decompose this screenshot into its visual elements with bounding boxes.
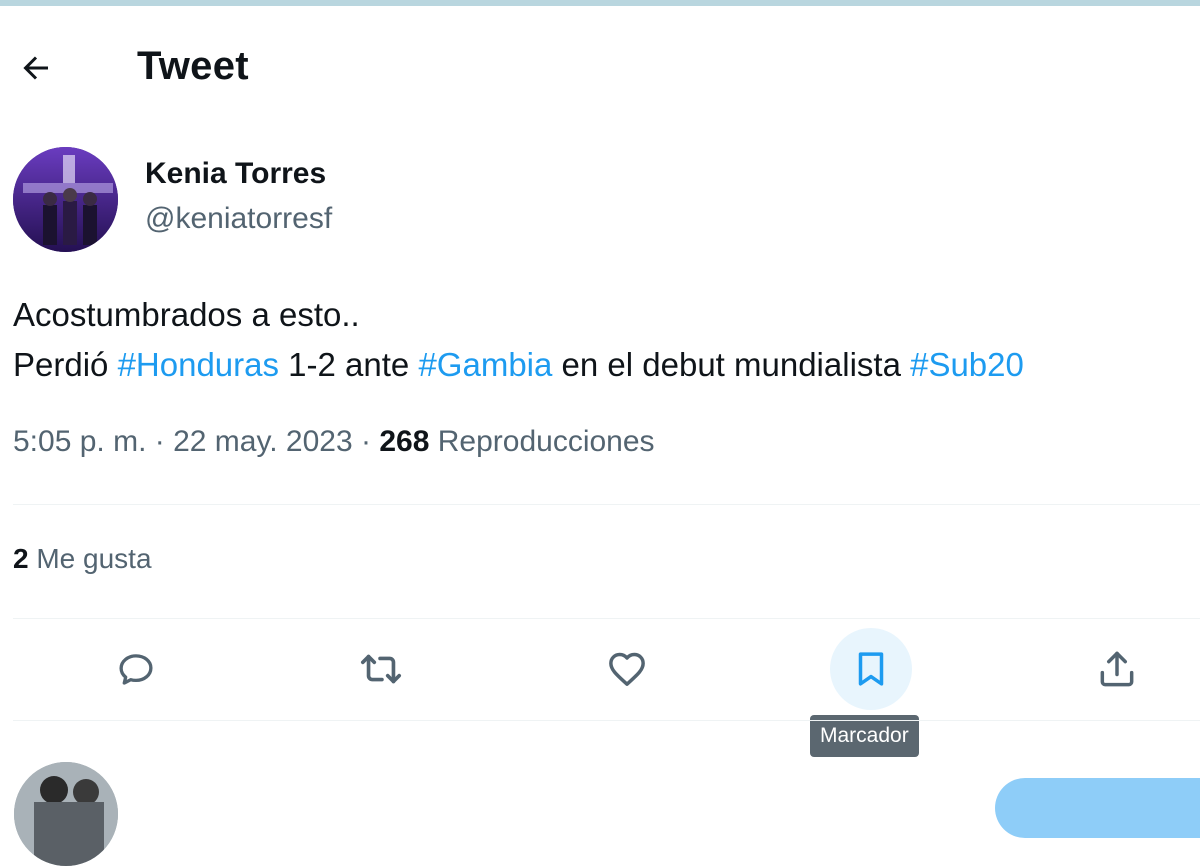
views-count: 268 bbox=[379, 425, 430, 458]
meta-separator: · bbox=[154, 425, 165, 458]
meta-separator: · bbox=[361, 425, 371, 458]
divider bbox=[13, 504, 1200, 505]
reply-button[interactable] bbox=[95, 628, 177, 710]
share-icon bbox=[1100, 651, 1134, 687]
tweet-meta: 5:05 p. m. · 22 may. 2023 · 268 Reproduc… bbox=[13, 425, 655, 459]
reply-submit-button[interactable] bbox=[995, 778, 1200, 838]
share-button[interactable] bbox=[1076, 628, 1158, 710]
tweet-date[interactable]: 22 may. 2023 bbox=[173, 425, 353, 458]
likes-label: Me gusta bbox=[36, 543, 152, 574]
tweet-text-line: Acostumbrados a esto.. bbox=[13, 296, 360, 333]
likes-count: 2 bbox=[13, 543, 29, 574]
bookmark-icon bbox=[858, 652, 884, 686]
tweet-text-segment: Perdió bbox=[13, 346, 118, 383]
like-icon bbox=[609, 652, 645, 686]
tweet-text-line: Perdió #Honduras 1-2 ante #Gambia en el … bbox=[13, 340, 1024, 390]
hashtag-link[interactable]: #Sub20 bbox=[910, 346, 1024, 383]
reply-icon bbox=[119, 654, 153, 685]
views-label: Reproducciones bbox=[437, 425, 655, 458]
tweet-time[interactable]: 5:05 p. m. bbox=[13, 425, 146, 458]
like-button[interactable] bbox=[586, 628, 668, 710]
avatar-image bbox=[13, 147, 118, 252]
tweet-text-segment: en el debut mundialista bbox=[552, 346, 911, 383]
user-avatar[interactable] bbox=[14, 762, 118, 866]
author-name[interactable]: Kenia Torres bbox=[145, 157, 326, 191]
avatar-image bbox=[14, 762, 118, 866]
retweet-icon bbox=[360, 654, 402, 684]
arrow-left-icon bbox=[23, 56, 48, 80]
tweet-text-segment: 1-2 ante bbox=[279, 346, 419, 383]
divider bbox=[13, 618, 1200, 619]
back-button[interactable] bbox=[14, 46, 58, 90]
bookmark-tooltip: Marcador bbox=[810, 715, 919, 757]
page-title: Tweet bbox=[137, 44, 249, 88]
hashtag-link[interactable]: #Honduras bbox=[118, 346, 279, 383]
likes-summary[interactable]: 2 Me gusta bbox=[13, 543, 152, 575]
page-header: Tweet bbox=[0, 6, 1200, 112]
tweet-text: Acostumbrados a esto.. Perdió #Honduras … bbox=[13, 290, 1024, 390]
hashtag-link[interactable]: #Gambia bbox=[418, 346, 552, 383]
bookmark-button[interactable] bbox=[830, 628, 912, 710]
author-avatar[interactable] bbox=[13, 147, 118, 252]
divider bbox=[13, 720, 1200, 721]
author-handle[interactable]: @keniatorresf bbox=[145, 202, 332, 236]
retweet-button[interactable] bbox=[340, 628, 422, 710]
